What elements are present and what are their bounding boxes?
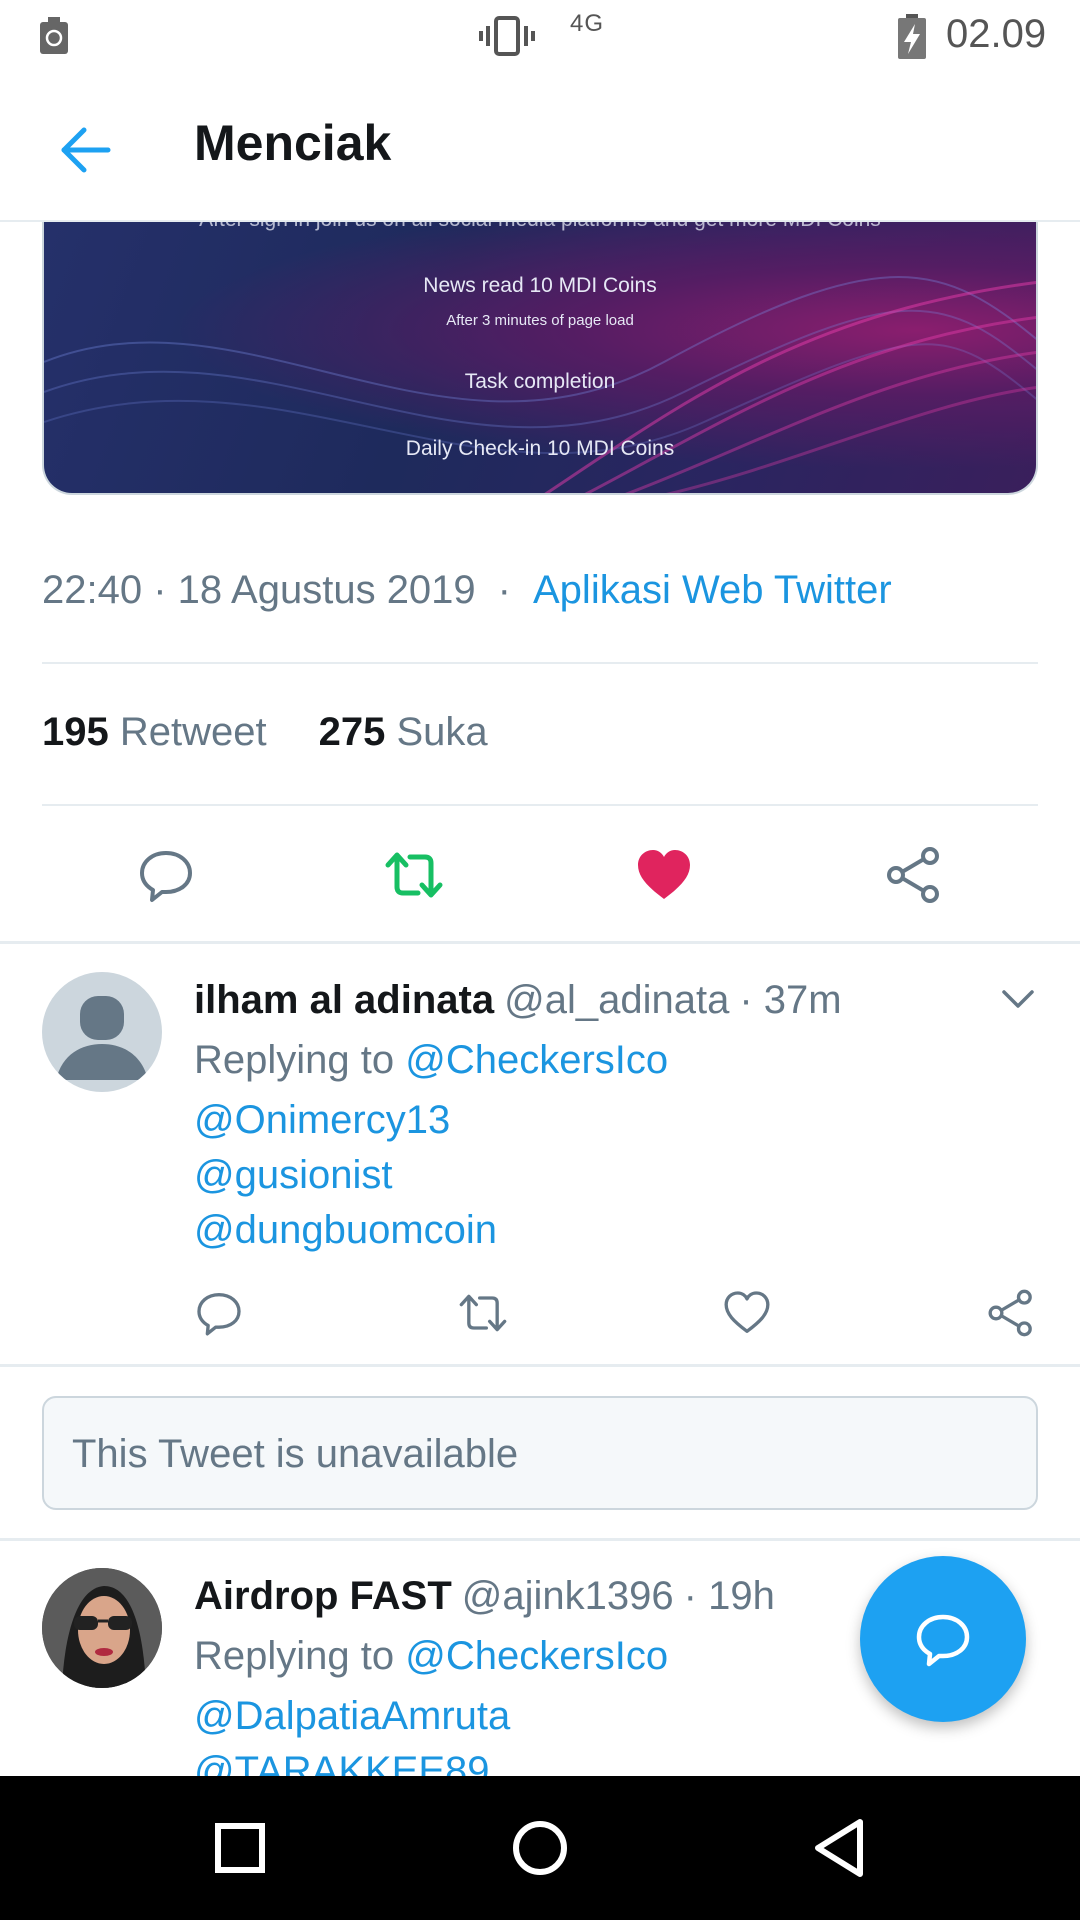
mention-link[interactable]: @CheckersIco bbox=[405, 1038, 668, 1082]
retweet-icon[interactable] bbox=[458, 1288, 508, 1338]
replying-to-line: Replying to @CheckersIco bbox=[194, 1038, 669, 1082]
retweet-icon[interactable] bbox=[384, 845, 444, 905]
recents-square-icon[interactable] bbox=[202, 1810, 278, 1886]
reply-time: · 37m bbox=[739, 978, 842, 1022]
mention-link[interactable]: @gusionist bbox=[194, 1153, 392, 1198]
tweet-timestamp: 22:40 · 18 Agustus 2019 bbox=[42, 568, 476, 612]
reply-time: · 19h bbox=[683, 1574, 775, 1618]
tweet-stats: 195 Retweet 275 Suka bbox=[42, 710, 488, 755]
default-avatar-icon bbox=[56, 996, 148, 1080]
heart-icon[interactable] bbox=[634, 845, 694, 905]
divider bbox=[42, 662, 1038, 664]
author-handle: @ajink1396 bbox=[461, 1574, 674, 1618]
heart-outline-icon[interactable] bbox=[722, 1288, 772, 1338]
author-handle: @al_adinata bbox=[504, 978, 730, 1022]
media-text-line: Daily Check-in 10 MDI Coins bbox=[405, 437, 675, 460]
user-photo bbox=[42, 1568, 162, 1688]
compose-reply-icon bbox=[916, 1614, 970, 1667]
unavailable-tweet-notice: This Tweet is unavailable bbox=[42, 1396, 1038, 1510]
status-bar: 4G 02.09 bbox=[0, 0, 1080, 74]
section-divider bbox=[0, 1538, 1080, 1541]
share-icon[interactable] bbox=[986, 1288, 1036, 1338]
reply-author: ilham al adinata @al_adinata · 37m bbox=[194, 978, 842, 1023]
clock: 02.09 bbox=[946, 12, 1047, 56]
share-icon[interactable] bbox=[884, 845, 944, 905]
tweet-meta: 22:40 · 18 Agustus 2019 · Aplikasi Web Twi… bbox=[42, 568, 892, 613]
section-divider bbox=[0, 941, 1080, 944]
mention-link[interactable]: @Onimercy13 bbox=[194, 1098, 450, 1143]
vibrate-icon bbox=[479, 16, 535, 56]
system-navigation-bar bbox=[0, 1776, 1080, 1920]
back-triangle-icon[interactable] bbox=[802, 1810, 878, 1886]
replying-to-line: Replying to @CheckersIco bbox=[194, 1634, 669, 1678]
author-name[interactable]: ilham al adinata bbox=[194, 978, 494, 1022]
media-text-line: After sign in join us on all social medi… bbox=[44, 222, 1036, 232]
divider bbox=[42, 804, 1038, 806]
top-app-bar: Menciak bbox=[0, 74, 1080, 222]
tweet-source-link[interactable]: Aplikasi Web Twitter bbox=[533, 568, 892, 612]
meta-separator: · bbox=[497, 568, 511, 612]
retweet-stat[interactable]: 195 Retweet bbox=[42, 710, 267, 754]
section-divider bbox=[0, 1364, 1080, 1367]
reply-author: Airdrop FAST @ajink1396 · 19h bbox=[194, 1574, 775, 1619]
screen: 4G 02.09 Menciak After sign in join us o… bbox=[0, 0, 1080, 1920]
author-name[interactable]: Airdrop FAST bbox=[194, 1574, 452, 1618]
reply-icon[interactable] bbox=[194, 1288, 244, 1338]
mention-link[interactable]: @CheckersIco bbox=[405, 1634, 668, 1678]
media-text-line: After 3 minutes of page load bbox=[446, 312, 634, 329]
mention-link[interactable]: @DalpatiaAmruta bbox=[194, 1694, 510, 1739]
battery-charging-icon bbox=[898, 14, 926, 59]
avatar[interactable] bbox=[42, 1568, 162, 1688]
home-circle-icon[interactable] bbox=[502, 1810, 578, 1886]
like-stat[interactable]: 275 Suka bbox=[319, 710, 488, 754]
tweet-action-bar bbox=[0, 845, 1080, 935]
reply-icon[interactable] bbox=[136, 845, 196, 905]
compose-reply-button[interactable] bbox=[860, 1556, 1026, 1722]
media-text-line: Task completion bbox=[464, 370, 616, 393]
chevron-down-icon[interactable] bbox=[998, 984, 1038, 1014]
network-type: 4G bbox=[570, 10, 605, 37]
page-title: Menciak bbox=[194, 115, 392, 171]
mention-link[interactable]: @dungbuomcoin bbox=[194, 1208, 497, 1253]
back-arrow-icon[interactable] bbox=[54, 118, 118, 182]
media-text-line: News read 10 MDI Coins bbox=[423, 274, 657, 297]
recycle-notification-icon bbox=[40, 17, 68, 54]
tweet-media-image[interactable]: After sign in join us on all social medi… bbox=[42, 222, 1038, 495]
avatar[interactable] bbox=[42, 972, 162, 1092]
